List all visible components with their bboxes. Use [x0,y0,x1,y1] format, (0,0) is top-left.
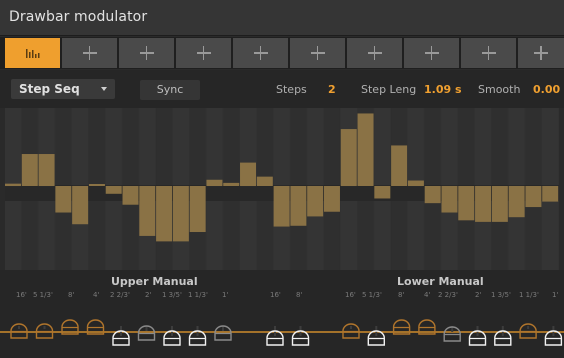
step-bar[interactable] [55,186,72,213]
step-bar[interactable] [139,186,156,236]
drawbar-knob[interactable] [342,323,360,339]
add-modulator-button[interactable] [404,38,459,68]
drawbar-knob[interactable] [112,326,130,346]
drawbar-knob[interactable] [266,326,284,346]
step-bar[interactable] [475,186,492,222]
add-modulator-button[interactable] [176,38,231,68]
add-modulator-button[interactable] [290,38,345,68]
step-bar[interactable] [424,186,441,204]
drawbar-knob[interactable] [544,326,563,346]
drawbar-knob[interactable] [10,323,28,339]
step-bar[interactable] [491,186,508,222]
drawbar-knob[interactable] [519,323,537,339]
drawbar-knob[interactable] [188,326,207,346]
step-bar[interactable] [357,113,374,186]
window-title: Drawbar modulator [9,9,148,25]
plus-icon [424,46,439,60]
modulator-slots [0,37,564,69]
step-bar[interactable] [508,186,525,218]
step-sequencer-graph[interactable] [5,108,559,270]
step-bar[interactable] [172,186,189,242]
slot-step-sequencer[interactable] [5,38,60,68]
drawbar-knob[interactable] [291,326,310,346]
step-bar[interactable] [21,154,38,186]
plus-icon [481,46,496,60]
plus-icon [367,46,382,60]
drawbar-knob[interactable] [443,326,461,342]
step-bar[interactable] [88,184,105,186]
bar-graph-icon [25,49,39,58]
step-bar[interactable] [290,186,307,226]
sync-button[interactable]: Sync [140,80,200,100]
smooth-label: Smooth [478,83,521,96]
add-modulator-button[interactable] [347,38,402,68]
step-bar[interactable] [156,186,173,242]
step-bar[interactable] [441,186,458,213]
step-bar[interactable] [458,186,475,221]
chevron-down-icon [101,87,107,91]
drawbar-knob[interactable] [468,326,487,346]
steps-label: Steps [276,83,307,96]
step-bar[interactable] [105,186,122,194]
drawbar-knob[interactable] [137,325,156,341]
step-bar[interactable] [189,186,206,233]
drawbar-knob[interactable] [163,326,181,346]
plus-icon [310,46,325,60]
mode-dropdown-label: Step Seq [19,82,80,96]
plus-icon [139,46,154,60]
add-modulator-button[interactable] [518,38,564,68]
steps-value[interactable]: 2 [328,83,336,96]
step-bar[interactable] [38,154,55,186]
drawbar-knob[interactable] [367,326,385,346]
title-bar: Drawbar modulator [0,0,564,36]
add-modulator-button[interactable] [119,38,174,68]
add-modulator-button[interactable] [233,38,288,68]
step-bar[interactable] [542,186,559,202]
step-bar[interactable] [407,180,424,186]
add-modulator-button[interactable] [461,38,516,68]
step-bar[interactable] [323,186,340,212]
step-bar[interactable] [72,186,89,225]
drawbar-knob[interactable] [35,323,54,339]
step-length-label: Step Leng [361,83,417,96]
step-bar[interactable] [391,145,408,186]
drawbar-knob[interactable] [494,326,512,346]
drawbar-panel: Upper Manual Lower Manual 16' 5 1/3' 8' … [0,270,564,358]
step-bar[interactable] [340,129,357,186]
plus-icon [196,46,211,60]
smooth-value[interactable]: 0.00 [533,83,560,96]
plus-icon [82,46,97,60]
plus-icon [253,46,268,60]
drawbar-knob[interactable] [214,325,232,341]
add-modulator-button[interactable] [62,38,117,68]
step-bar[interactable] [240,162,257,186]
step-bar[interactable] [5,183,21,186]
step-bar[interactable] [256,176,273,186]
mode-dropdown[interactable]: Step Seq [11,79,115,99]
step-bar[interactable] [374,186,391,199]
drawbars[interactable] [0,270,564,358]
step-bar[interactable] [273,186,290,227]
plus-icon [534,46,548,60]
step-bar[interactable] [223,182,240,186]
step-bar[interactable] [122,186,139,205]
step-length-value[interactable]: 1.09 s [424,83,462,96]
step-bar[interactable] [525,186,542,208]
step-bar[interactable] [307,186,324,217]
step-sequencer-grid[interactable] [5,108,559,270]
step-bar[interactable] [206,179,223,186]
control-bar: Step Seq Sync Steps 2 Step Leng 1.09 s S… [0,70,564,108]
